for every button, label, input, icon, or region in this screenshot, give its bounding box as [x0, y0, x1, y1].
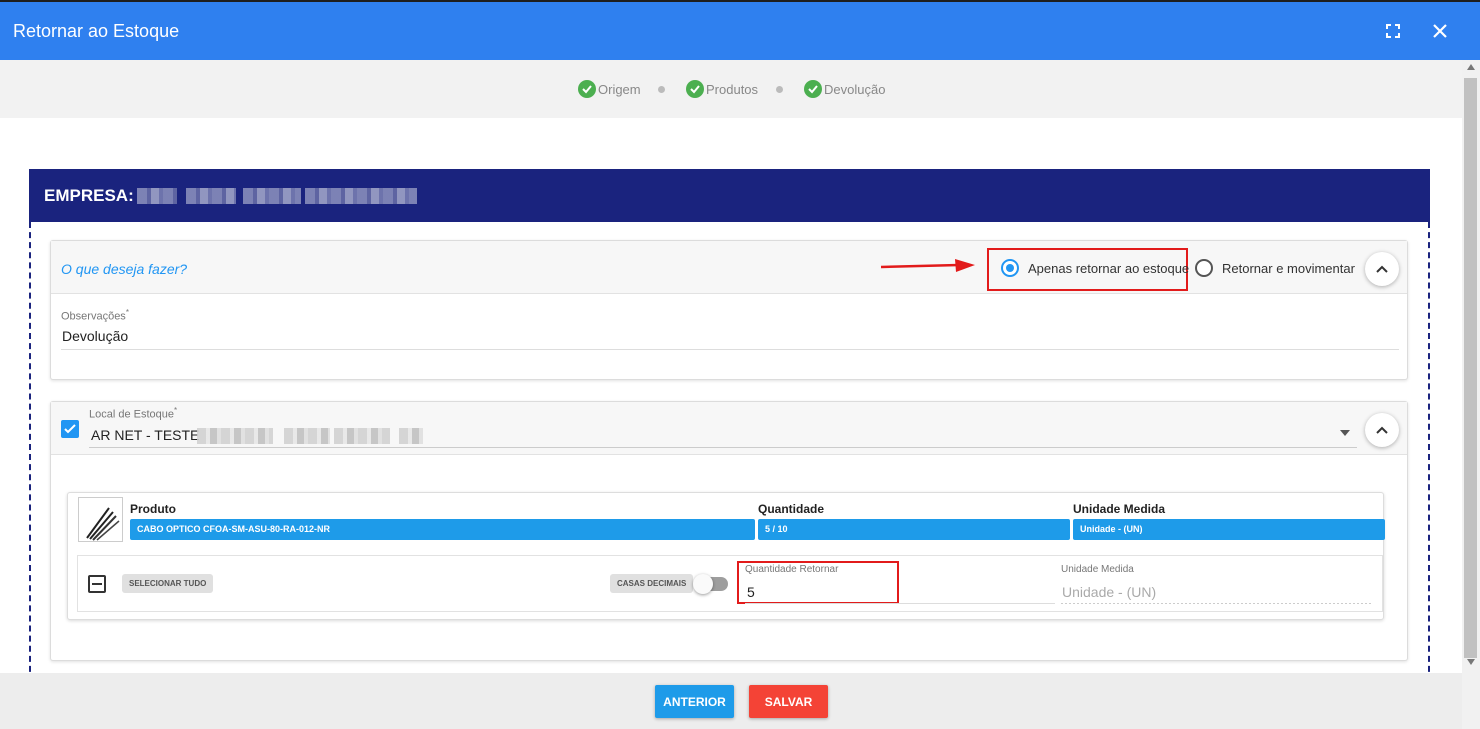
collapse-button[interactable]	[1365, 413, 1399, 447]
action-panel-header: O que deseja fazer? Apenas retornar ao e…	[51, 241, 1407, 294]
step-devolucao[interactable]: Devolução	[804, 80, 885, 98]
company-label: EMPRESA:	[44, 186, 134, 205]
modal-content: EMPRESA: O que deseja fazer? Apenas reto…	[0, 118, 1462, 673]
chevron-up-icon	[1376, 426, 1388, 434]
col-header-unidade: Unidade Medida	[1073, 502, 1166, 516]
radio-apenas-retornar-label[interactable]: Apenas retornar ao estoque	[1028, 261, 1189, 276]
expand-icon[interactable]	[1382, 20, 1404, 42]
modal-header: Retornar ao Estoque	[0, 0, 1480, 60]
minus-icon	[92, 583, 102, 585]
observacoes-input[interactable]: Devolução	[62, 328, 128, 344]
stock-panel-header: Local de Estoque* AR NET - TESTE	[51, 402, 1407, 455]
radio-retornar-movimentar[interactable]	[1195, 259, 1213, 277]
dropdown-arrow-icon[interactable]	[1340, 430, 1350, 436]
collapse-button[interactable]	[1365, 252, 1399, 286]
decimal-places-button[interactable]: CASAS DECIMAIS	[610, 574, 694, 593]
redacted-location	[334, 428, 390, 444]
stock-panel: Local de Estoque* AR NET - TESTE Produto…	[50, 401, 1408, 661]
observacoes-label: Observações*	[61, 308, 129, 323]
step-produtos[interactable]: Produtos	[686, 80, 758, 98]
redacted-company-name	[305, 188, 417, 204]
close-icon[interactable]	[1429, 20, 1451, 42]
action-question: O que deseja fazer?	[61, 261, 188, 277]
local-estoque-select[interactable]: AR NET - TESTE	[91, 427, 199, 443]
wizard-stepper: Origem Produtos Devolução	[0, 60, 1462, 118]
product-card: Produto Quantidade Unidade Medida CABO O…	[67, 492, 1385, 620]
col-header-quantidade: Quantidade	[758, 502, 825, 516]
step-label: Origem	[598, 81, 641, 97]
product-detail-row: SELECIONAR TUDO CASAS DECIMAIS Quantidad…	[77, 555, 1383, 612]
local-estoque-checkbox[interactable]	[61, 420, 79, 438]
modal-title: Retornar ao Estoque	[13, 21, 180, 41]
redacted-location	[399, 428, 423, 444]
modal-footer: ANTERIOR SALVAR	[0, 673, 1462, 729]
chevron-up-icon	[1376, 265, 1388, 273]
product-name-chip: CABO OPTICO CFOA-SM-ASU-80-RA-012-NR	[130, 519, 755, 540]
return-qty-underline	[745, 603, 1055, 604]
product-quantity-chip: 5 / 10	[758, 519, 1070, 540]
local-estoque-label: Local de Estoque*	[89, 406, 178, 421]
return-qty-input[interactable]: 5	[747, 584, 755, 600]
scroll-up-icon	[1467, 64, 1475, 70]
step-label: Produtos	[706, 81, 759, 97]
deselect-checkbox[interactable]	[88, 575, 106, 593]
observacoes-underline	[61, 349, 1399, 350]
salvar-button[interactable]: SALVAR	[749, 685, 828, 718]
step-origem[interactable]: Origem	[578, 80, 641, 98]
company-bar: EMPRESA:	[29, 169, 1430, 222]
return-qty-label: Quantidade Retornar	[745, 564, 839, 575]
check-circle-icon	[804, 80, 822, 98]
step-separator	[658, 86, 665, 93]
arrow-pointer-icon	[880, 259, 975, 272]
product-unit-chip: Unidade - (UN)	[1073, 519, 1385, 540]
redacted-company-name	[137, 188, 177, 204]
decimal-places-toggle[interactable]	[693, 574, 728, 594]
redacted-location	[284, 428, 330, 444]
product-thumbnail	[78, 497, 123, 542]
redacted-company-name	[186, 188, 236, 204]
step-separator	[776, 86, 783, 93]
scroll-down-icon	[1467, 659, 1475, 665]
local-estoque-underline	[89, 447, 1357, 448]
col-header-produto: Produto	[130, 502, 176, 516]
action-panel: O que deseja fazer? Apenas retornar ao e…	[50, 240, 1408, 380]
redacted-location	[197, 428, 273, 444]
unit-field-input: Unidade - (UN)	[1062, 584, 1157, 600]
scrollbar[interactable]	[1462, 60, 1480, 729]
radio-apenas-retornar[interactable]	[1001, 259, 1019, 277]
anterior-button[interactable]: ANTERIOR	[655, 685, 734, 718]
redacted-company-name	[243, 188, 301, 204]
scrollbar-thumb[interactable]	[1464, 78, 1477, 658]
check-circle-icon	[578, 80, 596, 98]
radio-retornar-movimentar-label[interactable]: Retornar e movimentar	[1222, 261, 1355, 276]
step-label: Devolução	[824, 81, 886, 97]
unit-field-underline	[1061, 603, 1371, 604]
cable-icon	[86, 507, 120, 541]
select-all-button[interactable]: SELECIONAR TUDO	[122, 574, 214, 593]
checkmark-icon	[64, 424, 76, 434]
check-circle-icon	[686, 80, 704, 98]
unit-field-label: Unidade Medida	[1061, 564, 1134, 575]
